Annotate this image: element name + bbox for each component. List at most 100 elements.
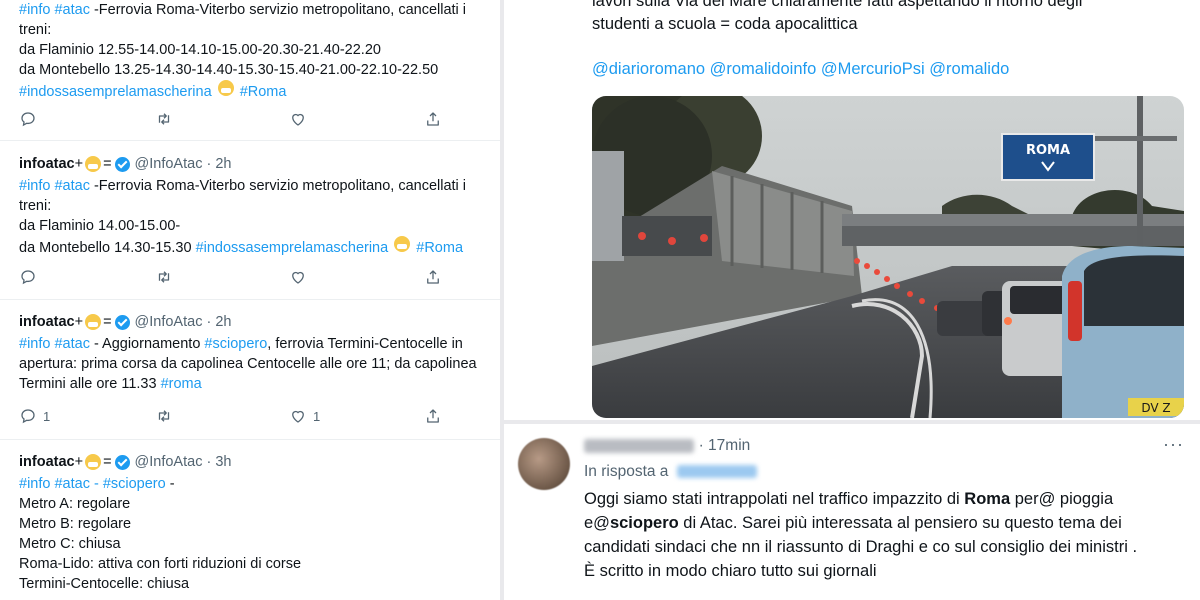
tweet-3-hashtags[interactable]: #info #atac: [19, 336, 90, 352]
author-handle[interactable]: @InfoAtac · 3h: [135, 454, 232, 470]
tweet-1-line-4: da Montebello 13.25-14.30-14.40-15.30-15…: [19, 62, 439, 78]
tweet-2-text: -Ferrovia Roma-Viterbo servizio metropol…: [89, 178, 467, 194]
tweet-2-line-1: #info #atac -Ferrovia Roma-Viterbo servi…: [19, 176, 490, 196]
retweet-button[interactable]: [155, 268, 173, 286]
reply-header: · 17min: [584, 434, 750, 457]
reply-button[interactable]: [19, 110, 37, 128]
like-button[interactable]: 1: [289, 407, 320, 425]
tweet-1-hashtags[interactable]: #info #atac: [19, 2, 90, 18]
share-icon: [424, 407, 442, 425]
reply-tweet[interactable]: · 17min ··· In risposta a Oggi siamo sta…: [504, 424, 1200, 600]
tweet-4-header: infoatac + = @InfoAtac · 3h: [19, 452, 490, 472]
hashtag-link[interactable]: #indossasemprelamascherina: [19, 84, 212, 100]
mask-emoji-icon: [85, 156, 102, 172]
author-name-suffix: =: [103, 314, 112, 330]
tweet-3-header: infoatac + = @InfoAtac · 2h: [19, 312, 490, 332]
tweet-4-line-1: #info #atac - #sciopero -: [19, 474, 490, 494]
blurred-reply-handle[interactable]: [677, 465, 758, 479]
author-name[interactable]: infoatac: [19, 156, 75, 172]
share-button[interactable]: [424, 110, 442, 128]
share-button[interactable]: [424, 407, 442, 425]
reply-count: 1: [43, 408, 51, 424]
tweet-2-text: da Montebello 14.30-15.30: [19, 240, 196, 256]
mask-emoji-icon: [217, 80, 234, 96]
reply-context: In risposta a: [584, 460, 758, 483]
tweet-2[interactable]: infoatac + = @InfoAtac · 2h #info #atac …: [0, 142, 500, 300]
mask-emoji-icon: [85, 314, 102, 330]
hashtag-link[interactable]: #sciopero: [204, 336, 267, 352]
reply-text: di Atac. Sarei più interessata al pensie…: [678, 514, 1122, 532]
reply-text: e@: [584, 514, 610, 532]
hashtag-link[interactable]: #roma: [161, 376, 202, 392]
reply-button[interactable]: 1: [19, 407, 50, 425]
traffic-photo[interactable]: ROMA DV Z: [592, 96, 1184, 418]
verified-icon: [114, 156, 130, 172]
reply-text: Oggi siamo stati intrappolati nel traffi…: [584, 490, 965, 508]
reply-text-bold: Roma: [964, 490, 1011, 508]
license-plate-text: DV Z: [1141, 401, 1170, 415]
tweet-1[interactable]: #info #atac -Ferrovia Roma-Viterbo servi…: [0, 0, 500, 141]
tweet-2-line-3: da Flaminio 14.00-15.00-: [19, 218, 181, 234]
blurred-author-name[interactable]: [584, 438, 694, 453]
retweet-button[interactable]: [155, 110, 173, 128]
retweet-icon: [155, 110, 173, 128]
photo-tweet-text-line-1: lavori sulla Via del Mare chiaramente fa…: [592, 0, 1083, 10]
tweet-4-line: Metro C: chiusa: [19, 536, 121, 552]
retweet-button[interactable]: [155, 407, 173, 425]
tweet-3-text: - Aggiornamento: [89, 336, 205, 352]
like-button[interactable]: [289, 268, 307, 286]
hashtag-link[interactable]: #Roma: [240, 84, 287, 100]
hashtag-link[interactable]: #Roma: [416, 240, 463, 256]
share-icon: [424, 268, 442, 286]
tweet-1-text: -Ferrovia Roma-Viterbo servizio metropol…: [89, 2, 467, 18]
like-icon: [289, 407, 307, 425]
tweet-4-hashtags[interactable]: #info #atac - #sciopero: [19, 476, 166, 492]
share-button[interactable]: [424, 268, 442, 286]
tweet-3[interactable]: infoatac + = @InfoAtac · 2h #info #atac …: [0, 300, 500, 440]
photo-tweet-text-line-2: studenti a scuola = coda apocalittica: [592, 15, 858, 33]
share-icon: [424, 110, 442, 128]
verified-icon: [114, 314, 130, 330]
photo-tweet[interactable]: lavori sulla Via del Mare chiaramente fa…: [504, 0, 1200, 420]
reply-button[interactable]: [19, 268, 37, 286]
tweet-3-line-2: apertura: prima corsa da capolinea Cento…: [19, 356, 477, 372]
reply-text-line-3: candidati sindaci che nn il riassunto di…: [584, 538, 1138, 556]
author-handle[interactable]: @InfoAtac · 2h: [135, 314, 232, 330]
like-button[interactable]: [289, 110, 307, 128]
author-name[interactable]: infoatac: [19, 454, 75, 470]
traffic-photo-image: ROMA DV Z: [592, 96, 1184, 418]
tweet-3-text: Termini alle ore 11.33: [19, 376, 161, 392]
tweet-2-line-2: treni:: [19, 198, 52, 214]
author-name-suffix: +: [74, 454, 84, 470]
author-name[interactable]: infoatac: [19, 314, 75, 330]
hashtag-link[interactable]: #indossasemprelamascherina: [196, 240, 389, 256]
tweet-3-line-3: Termini alle ore 11.33 #roma: [19, 374, 490, 394]
tweet-3-text: , ferrovia Termini-Centocelle in: [267, 336, 463, 352]
author-handle[interactable]: @InfoAtac · 2h: [135, 156, 232, 172]
like-icon: [289, 268, 307, 286]
avatar[interactable]: [518, 438, 570, 490]
road-sign-text: ROMA: [1026, 143, 1070, 158]
tweet-4-line: Metro A: regolare: [19, 496, 131, 512]
tweet-4-line: Termini-Centocelle: chiusa: [19, 576, 190, 592]
in-reply-to-label: In risposta a: [584, 463, 669, 480]
tweet-4-line: Roma-Lido: attiva con forti riduzioni di…: [19, 556, 302, 572]
like-icon: [289, 110, 307, 128]
reply-text-line-4: È scritto in modo chiaro tutto sui giorn…: [584, 562, 877, 580]
reply-timestamp[interactable]: · 17min: [699, 437, 751, 454]
tweet-4[interactable]: infoatac + = @InfoAtac · 3h #info #atac …: [0, 440, 500, 600]
tweet-1-line-3: da Flaminio 12.55-14.00-14.10-15.00-20.3…: [19, 42, 381, 58]
more-icon[interactable]: ···: [1163, 434, 1184, 455]
left-timeline: #info #atac -Ferrovia Roma-Viterbo servi…: [0, 0, 500, 600]
author-name-suffix: +: [74, 156, 84, 172]
reply-text-line-1: Oggi siamo stati intrappolati nel traffi…: [584, 488, 1113, 510]
photo-tweet-mentions[interactable]: @diarioromano @romalidoinfo @MercurioPsi…: [592, 60, 1009, 79]
tweet-2-hashtags[interactable]: #info #atac: [19, 178, 90, 194]
reply-icon: [19, 268, 37, 286]
mask-emoji-icon: [85, 454, 102, 470]
tweet-2-line-4: da Montebello 14.30-15.30 #indossasempre…: [19, 236, 490, 258]
retweet-icon: [155, 407, 173, 425]
tweet-2-header: infoatac + = @InfoAtac · 2h: [19, 154, 490, 174]
author-name-suffix: =: [103, 454, 112, 470]
retweet-icon: [155, 268, 173, 286]
